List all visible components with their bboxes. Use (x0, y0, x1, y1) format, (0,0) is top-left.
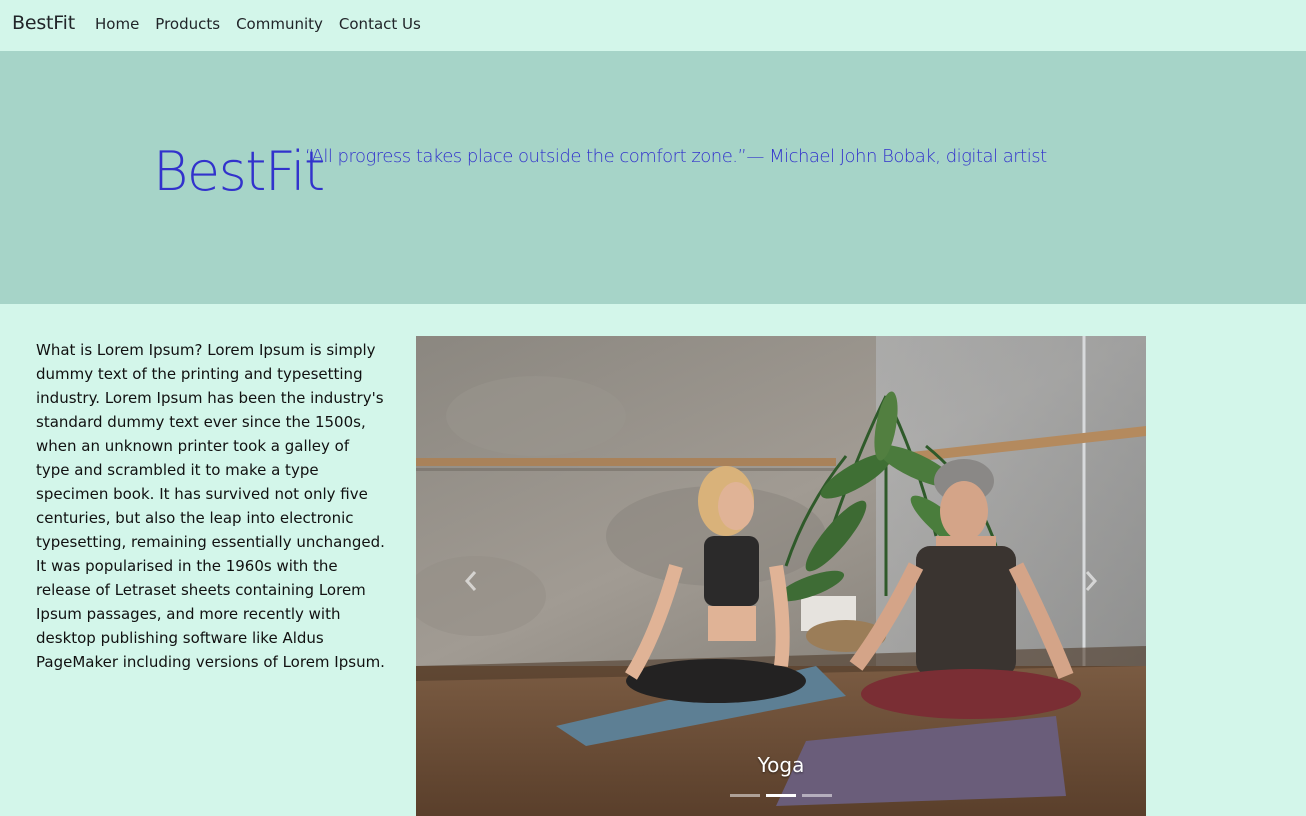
nav-link-contact-us[interactable]: Contact Us (339, 15, 421, 33)
carousel-indicator-2[interactable] (766, 794, 796, 797)
hero-banner: BestFit “All progress takes place outsid… (0, 51, 1306, 304)
intro-paragraph: What is Lorem Ipsum? Lorem Ipsum is simp… (36, 341, 385, 671)
carousel-indicators (416, 794, 1146, 797)
hero-title: BestFit (153, 140, 325, 203)
hero-quote: “All progress takes place outside the co… (305, 146, 1047, 167)
nav-link-products[interactable]: Products (155, 15, 220, 33)
image-carousel[interactable]: Yoga (416, 336, 1146, 816)
navbar-brand[interactable]: BestFit (12, 12, 75, 34)
carousel-indicator-3[interactable] (802, 794, 832, 797)
navbar: BestFit Home Products Community Contact … (0, 0, 1306, 51)
nav-links: Home Products Community Contact Us (95, 15, 437, 33)
carousel-caption: Yoga (757, 753, 805, 777)
carousel-next-button[interactable] (1076, 566, 1106, 596)
nav-link-home[interactable]: Home (95, 15, 139, 33)
chevron-right-icon (1085, 571, 1098, 591)
chevron-left-icon (464, 571, 477, 591)
carousel-prev-button[interactable] (456, 566, 486, 596)
yoga-photo (416, 336, 1146, 816)
nav-link-community[interactable]: Community (236, 15, 323, 33)
carousel-indicator-1[interactable] (730, 794, 760, 797)
